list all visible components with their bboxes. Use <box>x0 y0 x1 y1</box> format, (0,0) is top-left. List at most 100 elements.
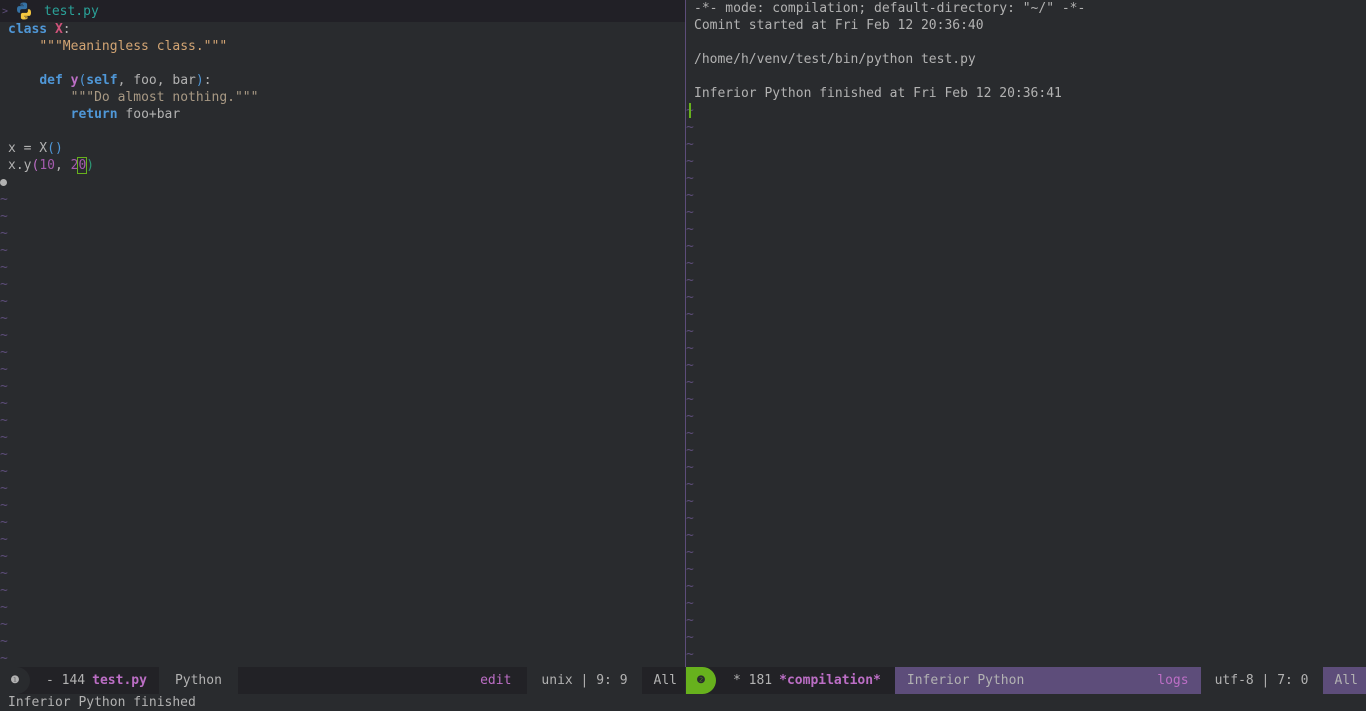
empty-line-tilde: ~ <box>0 192 8 207</box>
empty-line-tilde: ~ <box>0 328 8 343</box>
major-mode[interactable]: Inferior Python <box>895 673 1024 688</box>
empty-line-tilde: ~ <box>686 205 694 220</box>
window-number-badge-active[interactable]: ❷ <box>686 667 716 694</box>
encoding-position: unix | 9: 9 <box>527 667 642 694</box>
output-line: Inferior Python finished at Fri Feb 12 2… <box>694 86 1062 101</box>
breakpoint-dot-icon <box>0 179 7 186</box>
empty-line-tilde: ~ <box>0 243 8 258</box>
empty-line-tilde: ~ <box>686 222 694 237</box>
empty-line-tilde: ~ <box>0 532 8 547</box>
buffer-name[interactable]: test.py <box>85 667 159 694</box>
major-mode[interactable]: Python <box>158 667 238 694</box>
left-editor-window[interactable]: > test.py class X: """Meaningless class.… <box>0 0 685 667</box>
empty-line-tilde: ~ <box>686 613 694 628</box>
code-line: return foo+bar <box>70 107 181 122</box>
empty-line-tilde: ~ <box>686 494 694 509</box>
empty-line-tilde: ~ <box>686 579 694 594</box>
empty-line-tilde: ~ <box>686 171 694 186</box>
empty-line-tilde: ~ <box>686 460 694 475</box>
empty-line-tilde: ~ <box>0 583 8 598</box>
empty-line-tilde: ~ <box>0 515 8 530</box>
code-line: """Do almost nothing.""" <box>70 90 259 105</box>
empty-line-tilde: ~ <box>0 600 8 615</box>
empty-line-tilde: ~ <box>686 409 694 424</box>
empty-line-tilde: ~ <box>686 477 694 492</box>
scroll-position: All <box>1322 667 1366 694</box>
empty-line-tilde: ~ <box>0 226 8 241</box>
compilation-output[interactable]: -*- mode: compilation; default-directory… <box>686 0 1085 663</box>
empty-line-tilde: ~ <box>0 260 8 275</box>
compilation-window[interactable]: -*- mode: compilation; default-directory… <box>686 0 1366 667</box>
buffer-state: - 144 <box>46 673 86 688</box>
code-line: class X: <box>8 22 71 37</box>
empty-line-tilde: ~ <box>686 528 694 543</box>
empty-line-tilde: ~ <box>686 239 694 254</box>
empty-line-tilde: ~ <box>686 545 694 560</box>
output-line: Comint started at Fri Feb 12 20:36:40 <box>694 18 984 33</box>
empty-line-tilde: ~ <box>0 294 8 309</box>
buffer-name[interactable]: *compilation* <box>772 667 895 694</box>
window-number-badge[interactable]: ❶ <box>0 667 30 694</box>
empty-line-tilde: ~ <box>0 464 8 479</box>
empty-line-tilde: ~ <box>0 549 8 564</box>
empty-line-tilde: ~ <box>686 256 694 271</box>
empty-line-tilde: ~ <box>686 596 694 611</box>
empty-line-tilde: ~ <box>0 362 8 377</box>
empty-line-tilde: ~ <box>686 273 694 288</box>
empty-line-tilde: ~ <box>0 634 8 649</box>
empty-line-tilde: ~ <box>686 647 694 662</box>
header-line: > test.py <box>0 0 685 22</box>
empty-line-tilde: ~ <box>0 566 8 581</box>
minor-mode-indicator: logs <box>1157 673 1189 688</box>
cursor-line: ~ <box>686 102 1085 119</box>
empty-line-tilde: ~ <box>0 396 8 411</box>
empty-line-tilde: ~ <box>686 630 694 645</box>
empty-line-tilde: ~ <box>686 443 694 458</box>
empty-line-tilde: ~ <box>686 341 694 356</box>
empty-line-tilde: ~ <box>686 290 694 305</box>
empty-line-tilde: ~ <box>686 358 694 373</box>
empty-line-tilde: ~ <box>0 413 8 428</box>
header-file-name: test.py <box>44 3 99 19</box>
empty-line-tilde: ~ <box>686 307 694 322</box>
code-line: def y(self, foo, bar): <box>39 73 212 88</box>
empty-line-tilde: ~ <box>0 430 8 445</box>
output-line: /home/h/venv/test/bin/python test.py <box>694 52 976 67</box>
empty-line-tilde: ~ <box>686 324 694 339</box>
major-mode-bar: Inferior Python logs <box>894 667 1201 694</box>
echo-area: Inferior Python finished <box>0 694 1366 711</box>
empty-line-tildes: ~ ~ ~ ~ ~ ~ ~ ~ ~ ~ ~ ~ ~ ~ ~ ~ ~ ~ ~ ~ ~ ~ ~ ~ ~ ~ ~ ~ <box>0 191 258 667</box>
empty-line-tilde: ~ <box>686 392 694 407</box>
empty-line-tilde: ~ <box>686 137 694 152</box>
empty-line-tilde: ~ <box>0 617 8 632</box>
empty-line-tilde: ~ <box>0 447 8 462</box>
buffer-state: * 181 <box>733 673 773 688</box>
code-area[interactable]: class X: """Meaningless class.""" def y(… <box>0 21 258 667</box>
text-cursor <box>688 103 691 118</box>
right-modeline[interactable]: ❷ * 181 *compilation* Inferior Python lo… <box>686 667 1366 694</box>
evil-state-indicator: edit <box>480 673 512 688</box>
empty-line-tilde: ~ <box>686 154 694 169</box>
empty-line-tilde: ~ <box>686 375 694 390</box>
output-line: -*- mode: compilation; default-directory… <box>694 1 1086 16</box>
empty-line-tilde: ~ <box>0 481 8 496</box>
python-icon <box>17 2 31 20</box>
empty-line-tilde: ~ <box>0 498 8 513</box>
empty-line-tilde: ~ <box>0 379 8 394</box>
fringe-marker <box>0 174 258 191</box>
empty-line-tilde: ~ <box>686 511 694 526</box>
left-modeline[interactable]: ❶ - 144 test.py Python edit unix | 9: 9 … <box>0 667 685 694</box>
code-line: x = X() <box>8 141 63 156</box>
empty-line-tilde: ~ <box>686 188 694 203</box>
empty-line-tilde: ~ <box>686 426 694 441</box>
empty-line-tilde: ~ <box>0 209 8 224</box>
empty-line-tilde: ~ <box>686 120 694 135</box>
code-line: x.y(10, 20) <box>8 157 95 174</box>
empty-line-tilde: ~ <box>0 277 8 292</box>
scroll-position: All <box>653 673 677 688</box>
chevron-right-icon: > <box>2 5 9 17</box>
empty-line-tilde: ~ <box>0 651 8 666</box>
